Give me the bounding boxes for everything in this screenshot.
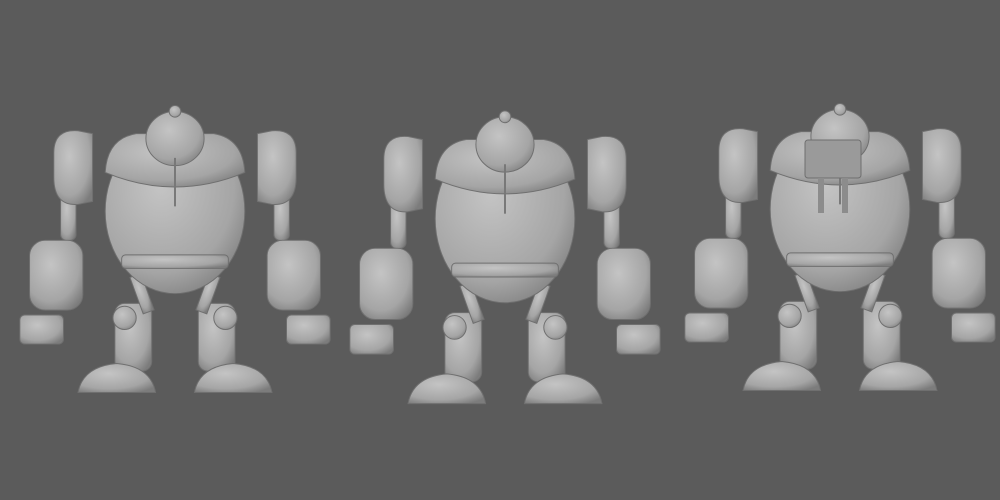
robot-turnaround-render [0,0,1000,500]
